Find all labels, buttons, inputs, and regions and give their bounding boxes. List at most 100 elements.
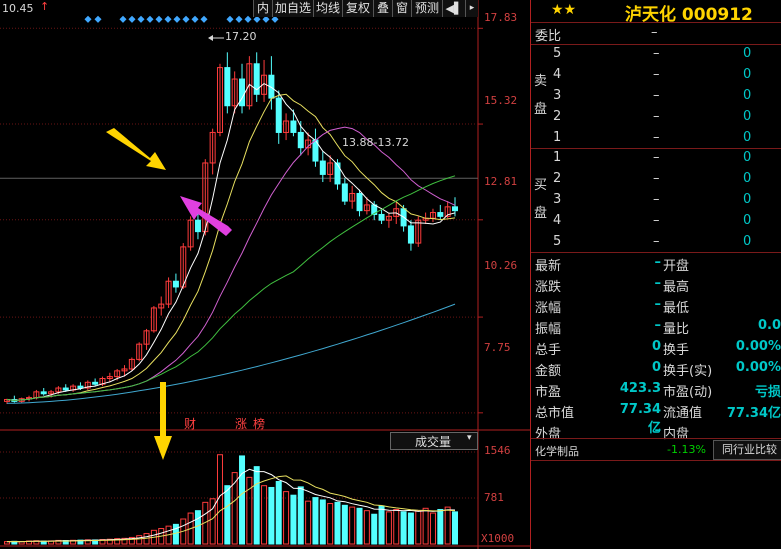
buy-level-index: 2 bbox=[553, 171, 562, 186]
volume-bar bbox=[437, 508, 444, 545]
stat-row: 金额 0 换手(实) 0.00% bbox=[531, 358, 781, 379]
toolbar-button-add-watchlist[interactable]: 加自选 bbox=[272, 0, 313, 17]
volume-bar bbox=[407, 512, 414, 545]
speaker-icon[interactable]: ◀▌ bbox=[442, 0, 465, 17]
event-diamond-icon bbox=[182, 15, 190, 23]
quote-panel: ★★ 泸天化 000912 委比 – 卖盘 5–0 4–0 3–0 2–0 1–0 买盘… bbox=[530, 0, 781, 549]
sell-level-row[interactable]: 5 – 0 bbox=[531, 44, 781, 65]
event-diamond-icon bbox=[128, 15, 136, 23]
industry-compare-button[interactable]: 同行业比较 bbox=[713, 440, 781, 460]
toolbar-button-adjust[interactable]: 复权 bbox=[342, 0, 373, 17]
buy-level-volume: 0 bbox=[743, 150, 752, 165]
stat-label-2: 换手 bbox=[663, 343, 690, 358]
weibi-value: – bbox=[651, 25, 658, 40]
sell-level-price: – bbox=[653, 67, 660, 82]
buy-level-row[interactable]: 5 – 0 bbox=[531, 232, 781, 253]
sell-level-row[interactable]: 4 – 0 bbox=[531, 65, 781, 86]
peak-price-label: 17.20 bbox=[225, 30, 257, 43]
buy-level-row[interactable]: 4 – 0 bbox=[531, 211, 781, 232]
volume-bar bbox=[393, 508, 400, 545]
sell-level-index: 1 bbox=[553, 130, 562, 145]
stat-label-2: 最低 bbox=[663, 301, 690, 316]
buy-level-price: – bbox=[653, 150, 660, 165]
buy-level-price: – bbox=[653, 234, 660, 249]
buy-level-price: – bbox=[653, 171, 660, 186]
stat-label-2: 量比 bbox=[663, 322, 690, 337]
candle-body bbox=[290, 120, 297, 133]
buy-level-price: – bbox=[653, 192, 660, 207]
stat-row: 涨跌 – 最高 bbox=[531, 274, 781, 295]
volume-bar bbox=[415, 510, 422, 545]
candle-body bbox=[275, 97, 282, 133]
stat-row: 总市值 77.34亿 流通值 77.34亿 bbox=[531, 400, 781, 436]
stat-value: – bbox=[654, 297, 662, 312]
volume-bar bbox=[253, 466, 260, 545]
indicator-selector-label: 成交量 bbox=[415, 435, 452, 449]
buy-level-index: 1 bbox=[553, 150, 562, 165]
volume-bar bbox=[194, 510, 201, 545]
buy-level-row[interactable]: 1 – 0 bbox=[531, 148, 781, 169]
weibi-label: 委比 bbox=[535, 29, 562, 44]
toolbar-button-ma[interactable]: 均线 bbox=[313, 0, 342, 17]
stat-value-2: 亏损 bbox=[754, 385, 781, 400]
sell-level-index: 2 bbox=[553, 109, 562, 124]
yellow-down-arrow-icon bbox=[154, 382, 172, 460]
buy-level-volume: 0 bbox=[743, 234, 752, 249]
sell-level-price: – bbox=[653, 130, 660, 145]
sell-level-volume: 0 bbox=[743, 46, 752, 61]
volume-bar bbox=[283, 491, 290, 545]
volume-bar bbox=[261, 485, 268, 545]
volume-bar bbox=[400, 511, 407, 545]
buy-level-row[interactable]: 3 – 0 bbox=[531, 190, 781, 211]
volume-bar bbox=[429, 512, 436, 545]
candle-body bbox=[407, 225, 414, 244]
candle-body bbox=[378, 213, 385, 221]
industry-name[interactable]: 化学制品 bbox=[535, 443, 579, 459]
volume-bar bbox=[268, 486, 275, 545]
price-axis-label: 15.32 bbox=[484, 94, 518, 107]
volume-bar bbox=[224, 485, 231, 545]
stat-row: 市盈 423.3 市盈(动) 亏损 bbox=[531, 379, 781, 400]
stat-label-2: 内盘 bbox=[663, 427, 690, 442]
volume-axis-label: 1546 bbox=[484, 444, 511, 457]
volume-bar bbox=[290, 494, 297, 545]
stat-label: 振幅 bbox=[535, 322, 562, 337]
marker-finance[interactable]: 财 bbox=[184, 415, 196, 432]
up-arrow-icon: ↑ bbox=[40, 0, 50, 13]
candle-body bbox=[341, 183, 348, 202]
kline-chart-svg[interactable] bbox=[0, 0, 530, 549]
chevron-right-icon[interactable]: ▸ bbox=[465, 0, 478, 17]
ma-line bbox=[6, 303, 456, 404]
stat-value: 0 bbox=[651, 360, 661, 375]
stat-value-2: 0.0 bbox=[757, 318, 781, 333]
ma-line bbox=[6, 175, 456, 401]
sell-level-index: 3 bbox=[553, 88, 562, 103]
marker-limit-up[interactable]: 涨 bbox=[235, 415, 247, 432]
stat-label: 最新 bbox=[535, 259, 562, 274]
marker-ranking[interactable]: 榜 bbox=[253, 415, 265, 432]
buy-level-row[interactable]: 2 – 0 bbox=[531, 169, 781, 190]
kline-chart-area[interactable]: 10.45 ↑ 内 加自选 均线 复权 叠 窗 预测 ◀▌ ▸ 17.83 15… bbox=[0, 0, 530, 549]
volume-bar bbox=[452, 511, 458, 545]
sell-level-row[interactable]: 2 – 0 bbox=[531, 107, 781, 128]
volume-axis-label: 781 bbox=[484, 491, 504, 504]
indicator-selector[interactable]: 成交量 ▾ bbox=[390, 432, 478, 450]
toolbar-button-overlay[interactable]: 叠 bbox=[373, 0, 392, 17]
buy-level-index: 3 bbox=[553, 192, 562, 207]
toolbar-button-window[interactable]: 窗 bbox=[392, 0, 411, 17]
stat-value-2: 0.00% bbox=[735, 360, 781, 375]
candle-body bbox=[334, 162, 341, 185]
stat-label-2: 开盘 bbox=[663, 259, 690, 274]
toolbar-button-forecast[interactable]: 预测 bbox=[411, 0, 442, 17]
volume-bar bbox=[275, 481, 282, 545]
volume-bar bbox=[356, 507, 363, 545]
candle-body bbox=[319, 160, 326, 175]
sell-level-row[interactable]: 1 – 0 bbox=[531, 128, 781, 149]
toolbar-button-inner[interactable]: 内 bbox=[253, 0, 272, 17]
candle-body bbox=[437, 212, 444, 217]
sell-level-row[interactable]: 3 – 0 bbox=[531, 86, 781, 107]
volume-bar bbox=[444, 506, 451, 545]
volume-bar bbox=[349, 506, 356, 545]
sell-level-price: – bbox=[653, 46, 660, 61]
volume-bar bbox=[341, 504, 348, 545]
